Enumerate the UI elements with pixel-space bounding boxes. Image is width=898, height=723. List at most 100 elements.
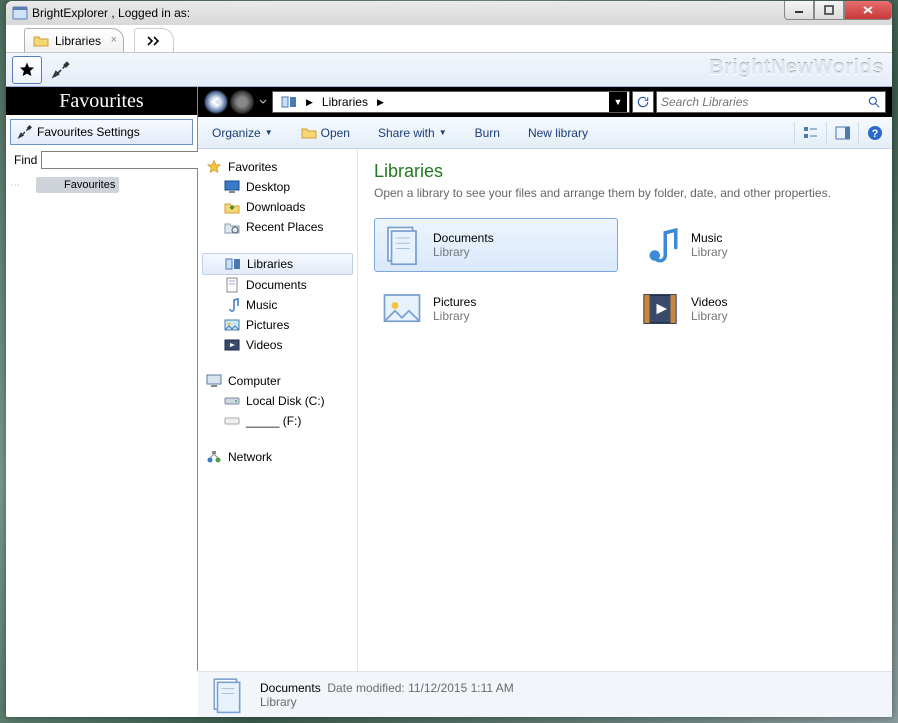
content-heading: Libraries [374,161,876,182]
favourites-settings-button[interactable]: Favourites Settings [10,119,193,145]
libraries-icon [225,256,241,272]
arrow-right-icon [236,96,248,108]
tab-overflow-button[interactable] [134,28,174,52]
svg-text:?: ? [872,128,879,140]
maximize-button[interactable] [814,1,844,20]
burn-button[interactable]: Burn [471,123,504,143]
status-bar: Documents Date modified: 11/12/2015 1:11… [198,671,892,717]
nav-music[interactable]: Music [198,295,357,315]
library-tile-music[interactable]: MusicLibrary [632,218,876,272]
libraries-grid: DocumentsLibrary MusicLibrary PicturesLi… [374,218,876,336]
downloads-icon [224,199,240,215]
search-box[interactable] [656,91,886,113]
content-subtext: Open a library to see your files and arr… [374,186,876,200]
refresh-button[interactable] [632,91,654,113]
breadcrumb-arrow-icon[interactable]: ▶ [374,97,387,108]
breadcrumb-root[interactable] [275,92,303,112]
nav-history-dropdown[interactable] [256,92,270,112]
share-menu[interactable]: Share with▼ [374,123,451,143]
favourites-tree-root[interactable]: Favourites [36,177,119,193]
minimize-button[interactable] [784,1,814,20]
breadcrumb[interactable]: ▶ Libraries ▶ ▼ [272,91,630,113]
library-tile-videos[interactable]: VideosLibrary [632,282,876,336]
libraries-icon [281,94,297,110]
drive-icon [224,393,240,409]
status-type: Library [260,695,514,709]
preview-pane-button[interactable] [826,122,850,144]
library-tile-pictures[interactable]: PicturesLibrary [374,282,618,336]
open-button[interactable]: Open [297,122,354,144]
brand-label: BrightNewWorlds [709,57,884,80]
view-options-button[interactable] [794,122,818,144]
breadcrumb-segment[interactable]: Libraries [316,92,374,112]
window-title: BrightExplorer , Logged in as: [32,6,890,20]
tab-label: Libraries [55,34,101,48]
tools-button[interactable] [46,56,76,84]
nav-downloads[interactable]: Downloads [198,197,357,217]
tools-icon [51,60,71,80]
library-tile-documents[interactable]: DocumentsLibrary [374,218,618,272]
videos-icon [639,288,681,330]
breadcrumb-arrow-icon[interactable]: ▶ [303,97,316,108]
nav-drive-c[interactable]: Local Disk (C:) [198,391,357,411]
favourites-header: Favourites [6,87,197,115]
content-area: Libraries Open a library to see your fil… [358,149,892,671]
search-input[interactable] [661,95,867,109]
music-icon [224,297,240,313]
chevron-down-icon [259,99,267,105]
nav-desktop[interactable]: Desktop [198,177,357,197]
star-icon [18,61,36,79]
app-icon [12,5,28,21]
find-input[interactable] [41,151,202,169]
documents-icon [224,277,240,293]
nav-pictures[interactable]: Pictures [198,315,357,335]
help-icon: ? [867,125,882,141]
nav-favorites[interactable]: Favorites [198,157,357,177]
help-button[interactable]: ? [858,122,882,144]
back-button[interactable] [204,90,228,114]
status-meta-value: 11/12/2015 1:11 AM [408,681,514,695]
nav-row: ▶ Libraries ▶ ▼ [198,87,892,117]
find-label: Find [14,153,37,167]
favourites-star-button[interactable] [12,56,42,84]
window-controls [784,1,892,20]
nav-computer[interactable]: Computer [198,371,357,391]
organize-menu[interactable]: Organize▼ [208,123,277,143]
music-icon [639,224,681,266]
nav-recent[interactable]: Recent Places [198,217,357,237]
tab-close-icon[interactable]: × [111,34,117,46]
tab-libraries[interactable]: Libraries × [24,28,124,52]
titlebar: BrightExplorer , Logged in as: [6,1,892,25]
favourites-toolbar: BrightNewWorlds [6,53,892,87]
nav-documents[interactable]: Documents [198,275,357,295]
desktop-icon [224,179,240,195]
breadcrumb-dropdown[interactable]: ▼ [609,92,627,112]
nav-libraries[interactable]: Libraries [202,253,353,275]
forward-button[interactable] [230,90,254,114]
star-icon [206,159,222,175]
tree-expand-dots[interactable]: ⋯ [10,180,20,191]
close-button[interactable] [844,1,892,20]
tab-strip: Libraries × [6,25,892,53]
new-library-button[interactable]: New library [524,123,592,143]
drive-icon [224,413,240,429]
network-icon [206,449,222,465]
favourites-tree: ⋯ Favourites [6,175,197,193]
tools-icon [17,124,33,140]
folder-open-icon [301,125,317,141]
pictures-icon [381,288,423,330]
app-window: BrightExplorer , Logged in as: Libraries… [6,1,892,717]
nav-drive-f[interactable]: _____ (F:) [198,411,357,431]
folder-icon [33,33,49,49]
chevron-double-right-icon [147,36,161,46]
chevron-down-icon: ▼ [265,128,273,137]
computer-icon [206,373,222,389]
nav-network[interactable]: Network [198,447,357,467]
command-bar: Organize▼ Open Share with▼ Burn New libr… [198,117,892,149]
pictures-icon [224,317,240,333]
recent-icon [224,219,240,235]
favourites-settings-label: Favourites Settings [37,125,140,139]
nav-videos[interactable]: Videos [198,335,357,355]
videos-icon [224,337,240,353]
documents-icon [381,224,423,266]
